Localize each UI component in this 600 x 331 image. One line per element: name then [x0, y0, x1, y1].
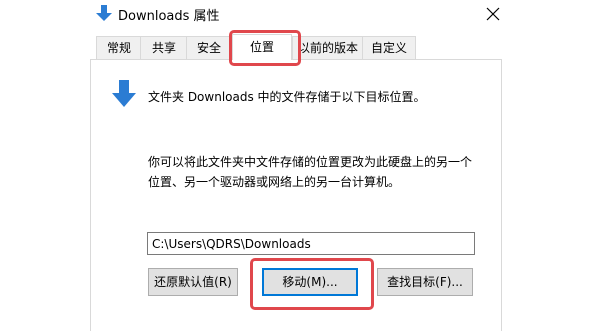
tab-general[interactable]: 常规	[96, 36, 142, 59]
location-info-text: 你可以将此文件夹中文件存储的位置更改为此硬盘上的另一个 位置、另一个驱动器或网络…	[148, 152, 488, 192]
tab-previous-versions[interactable]: 以前的版本	[292, 36, 364, 59]
location-description: 文件夹 Downloads 中的文件存储于以下目标位置。	[148, 90, 426, 104]
close-button[interactable]	[470, 0, 516, 28]
move-button[interactable]: 移动(M)...	[262, 268, 358, 296]
close-icon	[486, 7, 500, 21]
restore-default-button[interactable]: 还原默认值(R)	[148, 268, 238, 296]
tab-security[interactable]: 安全	[186, 36, 232, 59]
download-folder-arrow-icon	[112, 80, 136, 108]
location-info-line-2: 位置、另一个驱动器或网络上的另一台计算机。	[148, 175, 401, 189]
title-bar: Downloads 属性	[0, 0, 600, 28]
find-target-button[interactable]: 查找目标(F)...	[377, 268, 473, 296]
tab-location[interactable]: 位置	[232, 34, 292, 60]
download-arrow-icon	[96, 4, 112, 22]
window-title: Downloads 属性	[118, 9, 220, 24]
location-info-line-1: 你可以将此文件夹中文件存储的位置更改为此硬盘上的另一个	[148, 155, 473, 169]
tab-customize[interactable]: 自定义	[362, 36, 416, 59]
properties-window: Downloads 属性 常规 共享 安全 位置 以前的版本 自定义 文件夹 D…	[0, 0, 600, 331]
location-path-input[interactable]	[147, 232, 475, 255]
tab-sharing[interactable]: 共享	[140, 36, 188, 59]
